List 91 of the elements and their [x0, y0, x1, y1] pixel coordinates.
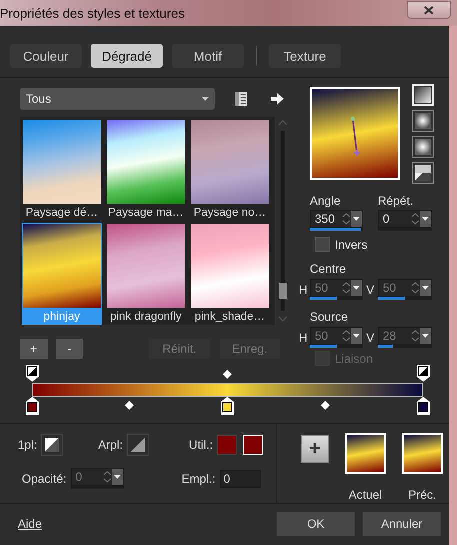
close-icon — [424, 6, 434, 14]
field-label: Répét. — [378, 194, 414, 208]
gradient-style-button[interactable] — [412, 136, 434, 158]
tab[interactable]: Dégradé — [91, 44, 163, 68]
window-title: Propriétés des styles et textures — [0, 6, 185, 20]
gradient-name: Paysage ma… — [108, 207, 184, 219]
spin-arrows-icon — [411, 281, 420, 295]
axis-label: V — [365, 330, 376, 344]
caret-icon — [422, 217, 429, 221]
spin-arrows-icon — [411, 329, 420, 343]
caret-icon — [114, 475, 121, 479]
triangle-icon — [45, 438, 60, 452]
gradient-style-button[interactable] — [412, 162, 434, 184]
midpoint-icon[interactable] — [320, 401, 330, 410]
thumbnail-label: Actuel — [348, 488, 382, 502]
gradient-tile[interactable]: Paysage ma… — [106, 119, 186, 221]
checkbox-label: Invers — [335, 238, 368, 252]
dropdown-button[interactable] — [112, 469, 123, 485]
gradient-tile[interactable]: pink dragonfly — [106, 223, 186, 325]
gradient-name: phinjay — [44, 311, 80, 323]
category-dropdown[interactable]: Tous — [20, 88, 215, 110]
fill-mode-button[interactable] — [41, 434, 64, 456]
color-stop-icon[interactable] — [416, 397, 430, 415]
number-field[interactable]: 0 — [220, 470, 261, 488]
dropdown-button[interactable] — [420, 211, 431, 227]
tab[interactable]: Texture — [269, 44, 341, 68]
caret-icon — [422, 286, 429, 290]
checkbox-label: Liaison — [335, 352, 374, 366]
tab[interactable]: Motif — [172, 44, 244, 68]
caret-icon — [353, 286, 360, 290]
checkbox[interactable] — [315, 237, 330, 252]
close-button[interactable] — [407, 1, 451, 19]
spin-arrows-icon — [102, 470, 112, 484]
dropdown-button[interactable] — [351, 211, 362, 227]
caret-icon — [353, 334, 360, 338]
dialog-button[interactable]: OK — [277, 512, 355, 536]
sunburst-gradient-icon — [415, 139, 431, 155]
dropdown-button[interactable] — [351, 280, 362, 296]
opacity-stop-icon[interactable] — [26, 365, 38, 382]
dialog-button[interactable]: Annuler — [363, 512, 441, 536]
color-stop-icon[interactable] — [221, 397, 234, 415]
color-stop-icon[interactable] — [26, 397, 38, 415]
caret-icon — [353, 217, 360, 221]
axis-label: H — [299, 330, 309, 344]
help-link[interactable]: Aide — [18, 517, 42, 531]
list-button[interactable]: + — [20, 339, 48, 359]
gradient-name: pink dragonfly — [110, 311, 182, 323]
list-icon[interactable] — [235, 92, 247, 106]
option-label: Util.: — [189, 438, 214, 452]
rectangular-gradient-icon — [415, 113, 431, 129]
option-label: Empl.: — [182, 472, 216, 486]
dropdown-button[interactable] — [420, 328, 431, 344]
axis-label: V — [365, 282, 376, 296]
gradient-style-button[interactable] — [412, 110, 434, 132]
spin-arrows-icon — [411, 212, 420, 226]
number-field[interactable]: 350 — [310, 210, 363, 228]
gradient-name: Paysage no… — [194, 207, 266, 219]
radial-gradient-icon — [415, 165, 431, 181]
list-button[interactable]: - — [56, 339, 84, 359]
option-label: Arpl: — [98, 438, 124, 452]
gradient-tile[interactable]: pink_shade… — [190, 223, 270, 325]
add-button[interactable]: + — [301, 435, 329, 463]
caret-icon — [202, 97, 209, 101]
midpoint-icon[interactable] — [223, 370, 232, 379]
section-label: Source — [310, 310, 350, 324]
current-gradient-thumbnail — [345, 433, 386, 474]
gradient-name: Paysage dé… — [26, 207, 98, 219]
dropdown-button[interactable] — [420, 280, 431, 296]
opacity-stop-icon[interactable] — [416, 365, 430, 382]
linear-gradient-icon — [415, 87, 431, 103]
gradient-name: pink_shade… — [194, 311, 266, 323]
spin-arrows-icon — [342, 329, 351, 343]
section-label: Centre — [310, 262, 348, 276]
caret-icon — [422, 334, 429, 338]
option-label: 1pl: — [18, 438, 38, 452]
axis-label: H — [299, 282, 309, 296]
previous-gradient-thumbnail[interactable] — [402, 433, 443, 474]
gradient-tile[interactable]: Paysage dé… — [22, 119, 102, 221]
tab[interactable]: Couleur — [10, 44, 82, 68]
dropdown-button[interactable] — [351, 328, 362, 344]
option-label: Opacité: — [22, 472, 67, 486]
color-swatch[interactable] — [217, 435, 238, 455]
thumbnail-label: Préc. — [408, 488, 436, 502]
gradient-tile[interactable]: Paysage no… — [190, 119, 270, 221]
number-field[interactable]: 0 — [378, 210, 432, 228]
spin-arrows-icon — [342, 212, 351, 226]
spin-arrows-icon — [342, 281, 351, 295]
triangle-icon — [131, 438, 146, 452]
midpoint-icon[interactable] — [125, 401, 134, 410]
arrow-right-icon[interactable] — [271, 93, 284, 105]
field-label: Angle — [310, 194, 342, 208]
